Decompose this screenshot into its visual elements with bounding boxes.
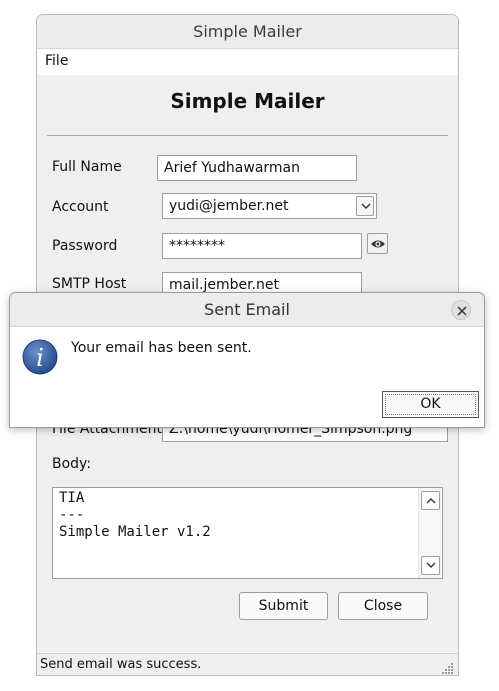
dialog-close-button[interactable] <box>451 300 471 320</box>
close-button[interactable]: Close <box>338 592 428 620</box>
smtp-host-label: SMTP Host <box>52 276 127 292</box>
close-icon <box>457 306 467 316</box>
chevron-down-icon <box>361 203 371 209</box>
password-label: Password <box>52 238 118 254</box>
app-heading: Simple Mailer <box>170 89 325 113</box>
dialog-title: Sent Email <box>10 293 484 327</box>
status-bar: Send email was success. <box>37 653 458 675</box>
body-label: Body: <box>52 456 92 472</box>
eye-icon <box>371 240 385 248</box>
account-value: yudi@jember.net <box>169 198 289 214</box>
account-label: Account <box>52 199 109 215</box>
menu-file[interactable]: File <box>45 53 68 69</box>
full-name-input[interactable]: Arief Yudhawarman <box>157 155 357 181</box>
separator <box>47 135 448 136</box>
info-icon: i <box>22 339 58 375</box>
svg-text:i: i <box>36 344 44 372</box>
show-password-button[interactable] <box>367 233 388 254</box>
body-textarea[interactable]: TIA --- Simple Mailer v1.2 <box>52 487 443 579</box>
chevron-up-icon <box>426 498 436 504</box>
window-title: Simple Mailer <box>37 15 458 49</box>
account-dropdown-button[interactable] <box>356 196 374 216</box>
scroll-up-button[interactable] <box>421 491 440 510</box>
submit-button[interactable]: Submit <box>239 592 328 620</box>
resize-grip-icon[interactable] <box>442 662 454 674</box>
sent-email-dialog: Sent Email i Your email has been sent. O… <box>9 292 485 428</box>
chevron-down-icon <box>426 562 436 568</box>
menubar: File <box>37 49 458 75</box>
body-scrollbar[interactable] <box>418 488 442 578</box>
body-text: TIA --- Simple Mailer v1.2 <box>59 490 211 540</box>
status-text: Send email was success. <box>40 657 202 672</box>
ok-button[interactable]: OK <box>382 391 479 418</box>
account-select[interactable]: yudi@jember.net <box>162 193 377 219</box>
dialog-message: Your email has been sent. <box>71 340 252 356</box>
password-input[interactable]: ******** <box>162 233 362 259</box>
scroll-down-button[interactable] <box>421 556 440 575</box>
full-name-label: Full Name <box>52 159 122 175</box>
